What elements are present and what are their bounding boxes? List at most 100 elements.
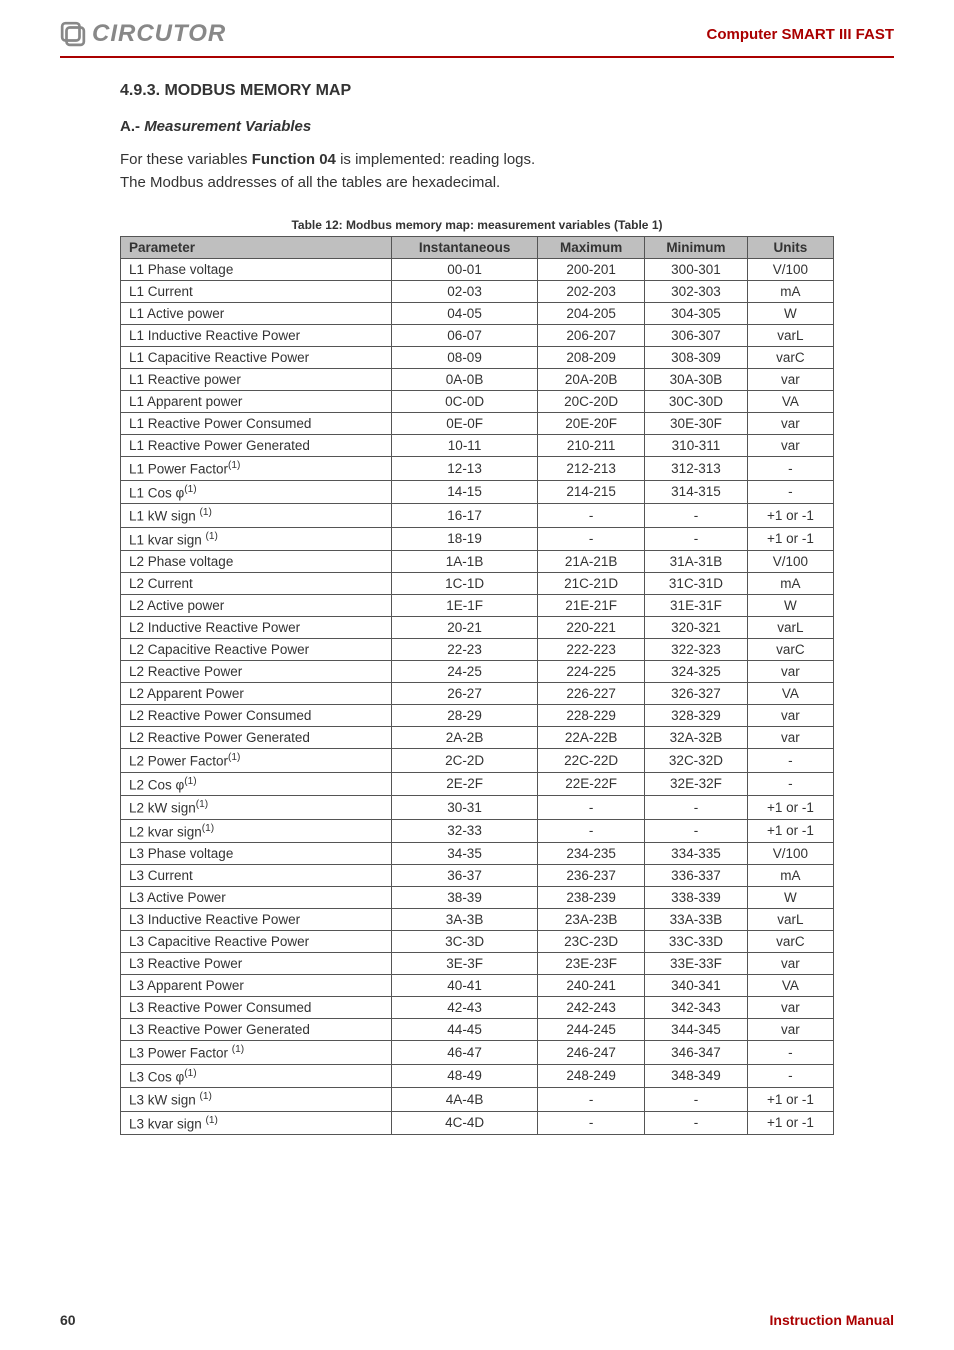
table-row: L3 Active Power38-39238-239338-339W (121, 887, 834, 909)
cell-i: 30-31 (391, 796, 537, 820)
table-row: L1 Capacitive Reactive Power08-09208-209… (121, 347, 834, 369)
table-row: L1 Active power04-05204-205304-305W (121, 303, 834, 325)
cell-u: - (747, 772, 833, 796)
cell-parameter: L3 Current (121, 865, 392, 887)
cell-parameter: L1 kvar sign (1) (121, 527, 392, 551)
cell-parameter-text: L1 Phase voltage (129, 262, 233, 277)
cell-parameter: L1 Power Factor(1) (121, 457, 392, 481)
cell-x: - (538, 819, 645, 843)
table-row: L2 Reactive Power24-25224-225324-325var (121, 661, 834, 683)
cell-parameter: L2 Reactive Power Consumed (121, 705, 392, 727)
cell-n: 346-347 (645, 1041, 748, 1065)
cell-parameter: L3 Reactive Power Generated (121, 1019, 392, 1041)
cell-n: - (645, 1088, 748, 1112)
cell-i: 04-05 (391, 303, 537, 325)
cell-parameter-text: L1 Active power (129, 306, 224, 321)
cell-i: 4A-4B (391, 1088, 537, 1112)
cell-u: var (747, 997, 833, 1019)
cell-n: 344-345 (645, 1019, 748, 1041)
cell-parameter: L3 kW sign (1) (121, 1088, 392, 1112)
cell-parameter: L3 Active Power (121, 887, 392, 909)
cell-parameter: L2 Phase voltage (121, 551, 392, 573)
cell-n: 31A-31B (645, 551, 748, 573)
cell-x: - (538, 796, 645, 820)
cell-i: 16-17 (391, 504, 537, 528)
cell-u: V/100 (747, 259, 833, 281)
cell-n: 340-341 (645, 975, 748, 997)
cell-parameter-text: L3 kvar sign (129, 1116, 206, 1131)
cell-parameter-text: L3 Phase voltage (129, 846, 233, 861)
cell-parameter-sup: (1) (200, 1091, 212, 1102)
cell-parameter-text: L1 Reactive power (129, 372, 241, 387)
cell-u: varC (747, 931, 833, 953)
cell-parameter-text: L3 Inductive Reactive Power (129, 912, 300, 927)
cell-u: - (747, 1041, 833, 1065)
cell-parameter: L3 Power Factor (1) (121, 1041, 392, 1065)
cell-x: 226-227 (538, 683, 645, 705)
sub-prefix: A (120, 118, 131, 135)
cell-u: +1 or -1 (747, 504, 833, 528)
cell-u: mA (747, 865, 833, 887)
cell-u: var (747, 705, 833, 727)
cell-u: var (747, 953, 833, 975)
cell-x: 20E-20F (538, 413, 645, 435)
cell-u: +1 or -1 (747, 527, 833, 551)
cell-x: 240-241 (538, 975, 645, 997)
table-row: L3 Apparent Power40-41240-241340-341VA (121, 975, 834, 997)
cell-u: var (747, 369, 833, 391)
cell-x: 21E-21F (538, 595, 645, 617)
cell-parameter-text: L1 Current (129, 284, 193, 299)
cell-n: 310-311 (645, 435, 748, 457)
cell-i: 18-19 (391, 527, 537, 551)
cell-x: 220-221 (538, 617, 645, 639)
cell-x: 234-235 (538, 843, 645, 865)
cell-parameter-text: L1 Apparent power (129, 394, 242, 409)
cell-parameter-text: L2 Power Factor (129, 754, 228, 769)
cell-i: 2C-2D (391, 749, 537, 773)
cell-n: 334-335 (645, 843, 748, 865)
cell-x: 204-205 (538, 303, 645, 325)
cell-u: - (747, 749, 833, 773)
table-row: L2 Phase voltage1A-1B21A-21B31A-31BV/100 (121, 551, 834, 573)
cell-parameter: L3 Phase voltage (121, 843, 392, 865)
cell-parameter-text: L2 kW sign (129, 801, 196, 816)
cell-i: 3A-3B (391, 909, 537, 931)
cell-i: 24-25 (391, 661, 537, 683)
table-row: L2 Power Factor(1)2C-2D22C-22D32C-32D- (121, 749, 834, 773)
cell-n: - (645, 504, 748, 528)
th-minimum: Minimum (645, 237, 748, 259)
cell-parameter-text: L2 Active power (129, 598, 224, 613)
cell-u: VA (747, 391, 833, 413)
cell-n: 32C-32D (645, 749, 748, 773)
cell-i: 0E-0F (391, 413, 537, 435)
cell-parameter-text: L2 Capacitive Reactive Power (129, 642, 309, 657)
logo-text: CIRCUTOR (92, 20, 226, 48)
cell-u: +1 or -1 (747, 1111, 833, 1135)
cell-n: 306-307 (645, 325, 748, 347)
cell-x: 23A-23B (538, 909, 645, 931)
table-row: L2 Reactive Power Consumed28-29228-22932… (121, 705, 834, 727)
cell-x: 22A-22B (538, 727, 645, 749)
cell-x: 202-203 (538, 281, 645, 303)
page-content: 4.9.3. MODBUS MEMORY MAP A.- Measurement… (0, 82, 954, 1135)
cell-parameter-sup: (1) (184, 1068, 196, 1079)
table-row: L2 Inductive Reactive Power20-21220-2213… (121, 617, 834, 639)
cell-parameter-sup: (1) (200, 507, 212, 518)
table-row: L1 Current02-03202-203302-303mA (121, 281, 834, 303)
cell-parameter: L1 Apparent power (121, 391, 392, 413)
cell-parameter-text: L1 kvar sign (129, 532, 206, 547)
cell-parameter: L2 Active power (121, 595, 392, 617)
table-row: L3 Phase voltage34-35234-235334-335V/100 (121, 843, 834, 865)
cell-parameter-text: L3 Capacitive Reactive Power (129, 934, 309, 949)
table-row: L3 Power Factor (1)46-47246-247346-347- (121, 1041, 834, 1065)
cell-u: W (747, 887, 833, 909)
cell-x: 214-215 (538, 480, 645, 504)
cell-i: 3C-3D (391, 931, 537, 953)
cell-parameter-text: L3 Apparent Power (129, 978, 244, 993)
cell-parameter: L2 Power Factor(1) (121, 749, 392, 773)
cell-u: V/100 (747, 843, 833, 865)
cell-n: - (645, 796, 748, 820)
cell-i: 14-15 (391, 480, 537, 504)
cell-x: 208-209 (538, 347, 645, 369)
table-row: L3 Inductive Reactive Power3A-3B23A-23B3… (121, 909, 834, 931)
